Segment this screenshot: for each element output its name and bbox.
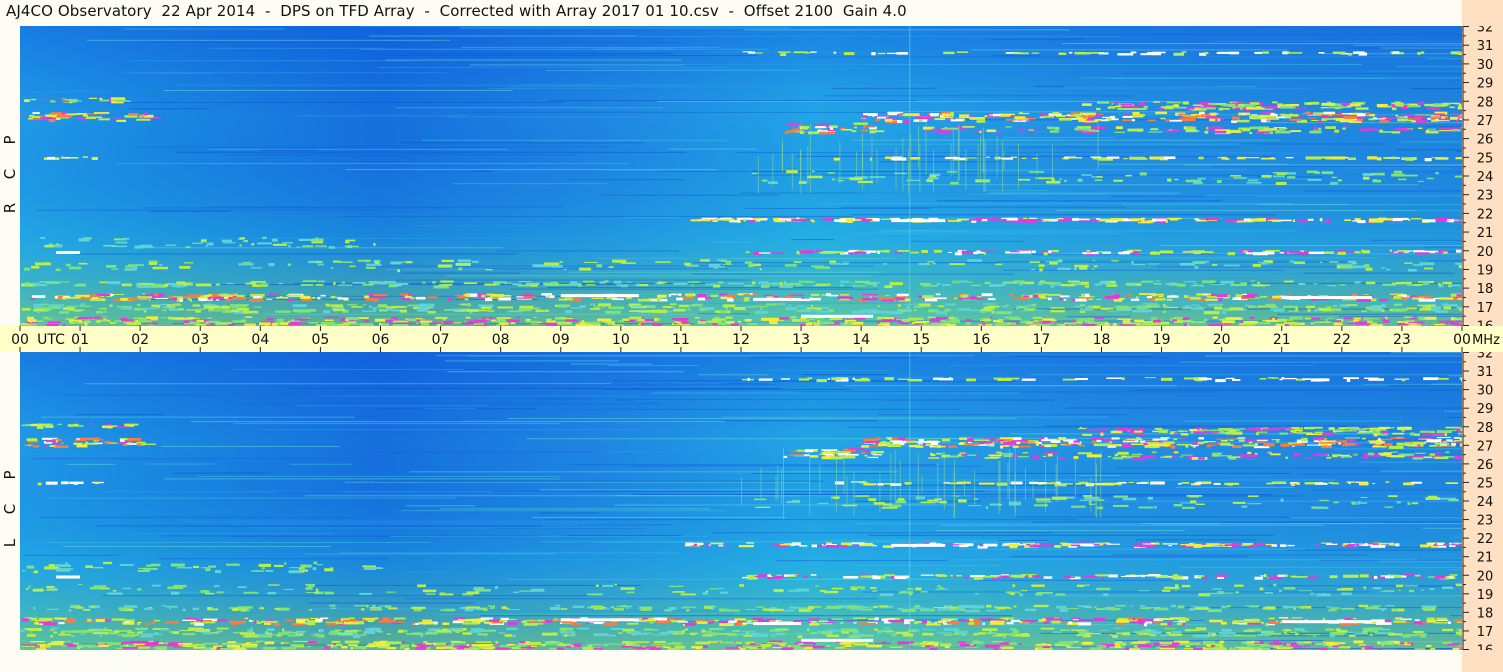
time-tick-label: 21 bbox=[1273, 332, 1291, 348]
time-tick-label: 15 bbox=[912, 332, 930, 348]
freq-axis-bottom: 32 31 30 29 28 27 26 25 24 23 22 21 20 19 18 17 16 bbox=[1462, 352, 1494, 651]
time-tick-label: 07 bbox=[432, 332, 450, 348]
freq-tick-label: 17 bbox=[1477, 625, 1494, 640]
freq-tick-label: 26 bbox=[1477, 458, 1494, 473]
freq-tick-label: 23 bbox=[1477, 514, 1494, 529]
time-tick-label: 00 bbox=[11, 332, 29, 348]
freq-tick-label: 16 bbox=[1477, 320, 1494, 327]
freq-tick-label: 17 bbox=[1477, 301, 1494, 316]
freq-tick-label: 25 bbox=[1477, 476, 1494, 491]
lcp-panel-label: LCP bbox=[1, 470, 19, 548]
freq-tick-label: 20 bbox=[1477, 569, 1494, 584]
time-unit-label: UTC bbox=[37, 332, 65, 348]
time-axis-svg: 00 01 02 03 04 05 06 07 08 09 10 11 12 13 14 15 16 17 18 19… bbox=[11, 326, 1500, 352]
freq-tick-label: 27 bbox=[1477, 114, 1494, 129]
lcp-spectrogram-svg bbox=[20, 352, 1462, 650]
time-axis: 00 01 02 03 04 05 06 07 08 09 10 11 12 13 14 15 16 17 18 19… bbox=[0, 326, 1503, 352]
freq-axis-top: 32 31 30 29 28 27 26 25 24 23 22 21 20 19 18 17 16 bbox=[1462, 26, 1494, 327]
freq-tick-label: 25 bbox=[1477, 151, 1494, 166]
time-tick-label: 20 bbox=[1213, 332, 1231, 348]
time-tick-label: 22 bbox=[1333, 332, 1351, 348]
time-tick-label: 10 bbox=[612, 332, 630, 348]
rcp-panel-label: RCP bbox=[1, 135, 19, 214]
freq-tick-label: 19 bbox=[1477, 588, 1494, 603]
time-tick-label: 19 bbox=[1153, 332, 1171, 348]
lcp-spectrogram bbox=[20, 352, 1462, 650]
freq-tick-label: 31 bbox=[1477, 39, 1494, 54]
freq-tick-label: 21 bbox=[1477, 551, 1494, 566]
time-tick-label: 02 bbox=[131, 332, 149, 348]
rcp-spectrogram bbox=[20, 26, 1462, 326]
time-tick-label: 06 bbox=[372, 332, 390, 348]
freq-tick-label: 22 bbox=[1477, 532, 1494, 547]
freq-tick-label: 28 bbox=[1477, 421, 1494, 436]
freq-tick-label: 20 bbox=[1477, 245, 1494, 260]
time-tick-label: 23 bbox=[1393, 332, 1411, 348]
time-tick-label: 09 bbox=[552, 332, 570, 348]
freq-tick-label: 32 bbox=[1477, 352, 1494, 362]
freq-tick-label: 18 bbox=[1477, 606, 1494, 621]
freq-tick-label: 18 bbox=[1477, 282, 1494, 297]
freq-tick-label: 24 bbox=[1477, 495, 1494, 510]
freq-tick-label: 23 bbox=[1477, 189, 1494, 204]
freq-tick-label: 29 bbox=[1477, 402, 1494, 417]
freq-tick-label: 22 bbox=[1477, 207, 1494, 222]
freq-tick-label: 27 bbox=[1477, 439, 1494, 454]
time-tick-label: 00 bbox=[1453, 332, 1471, 348]
chart-title: AJ4CO Observatory 22 Apr 2014 - DPS on T… bbox=[6, 2, 907, 20]
freq-tick-label: 30 bbox=[1477, 384, 1494, 399]
freq-tick-label: 21 bbox=[1477, 226, 1494, 241]
time-tick-label: 12 bbox=[732, 332, 750, 348]
time-tick-label: 13 bbox=[792, 332, 810, 348]
time-tick-label: 04 bbox=[251, 332, 269, 348]
freq-tick-label: 26 bbox=[1477, 133, 1494, 148]
rcp-spectrogram-svg bbox=[20, 26, 1462, 326]
freq-tick-label: 16 bbox=[1477, 644, 1494, 651]
time-tick-label: 11 bbox=[672, 332, 690, 348]
time-tick-label: 03 bbox=[191, 332, 209, 348]
freq-tick-label: 29 bbox=[1477, 77, 1494, 92]
freq-tick-label: 28 bbox=[1477, 95, 1494, 110]
freq-tick-label: 19 bbox=[1477, 263, 1494, 278]
time-tick-label: 01 bbox=[71, 332, 89, 348]
time-tick-label: 18 bbox=[1093, 332, 1111, 348]
freq-tick-label: 30 bbox=[1477, 58, 1494, 73]
time-tick-label: 14 bbox=[852, 332, 870, 348]
freq-unit-label: MHz bbox=[1472, 333, 1500, 348]
freq-tick-label: 32 bbox=[1477, 26, 1494, 36]
time-tick-label: 08 bbox=[492, 332, 510, 348]
time-tick-label: 17 bbox=[1033, 332, 1051, 348]
time-tick-label: 05 bbox=[312, 332, 330, 348]
freq-tick-label: 24 bbox=[1477, 170, 1494, 185]
freq-tick-label: 31 bbox=[1477, 365, 1494, 380]
time-tick-label: 16 bbox=[972, 332, 990, 348]
